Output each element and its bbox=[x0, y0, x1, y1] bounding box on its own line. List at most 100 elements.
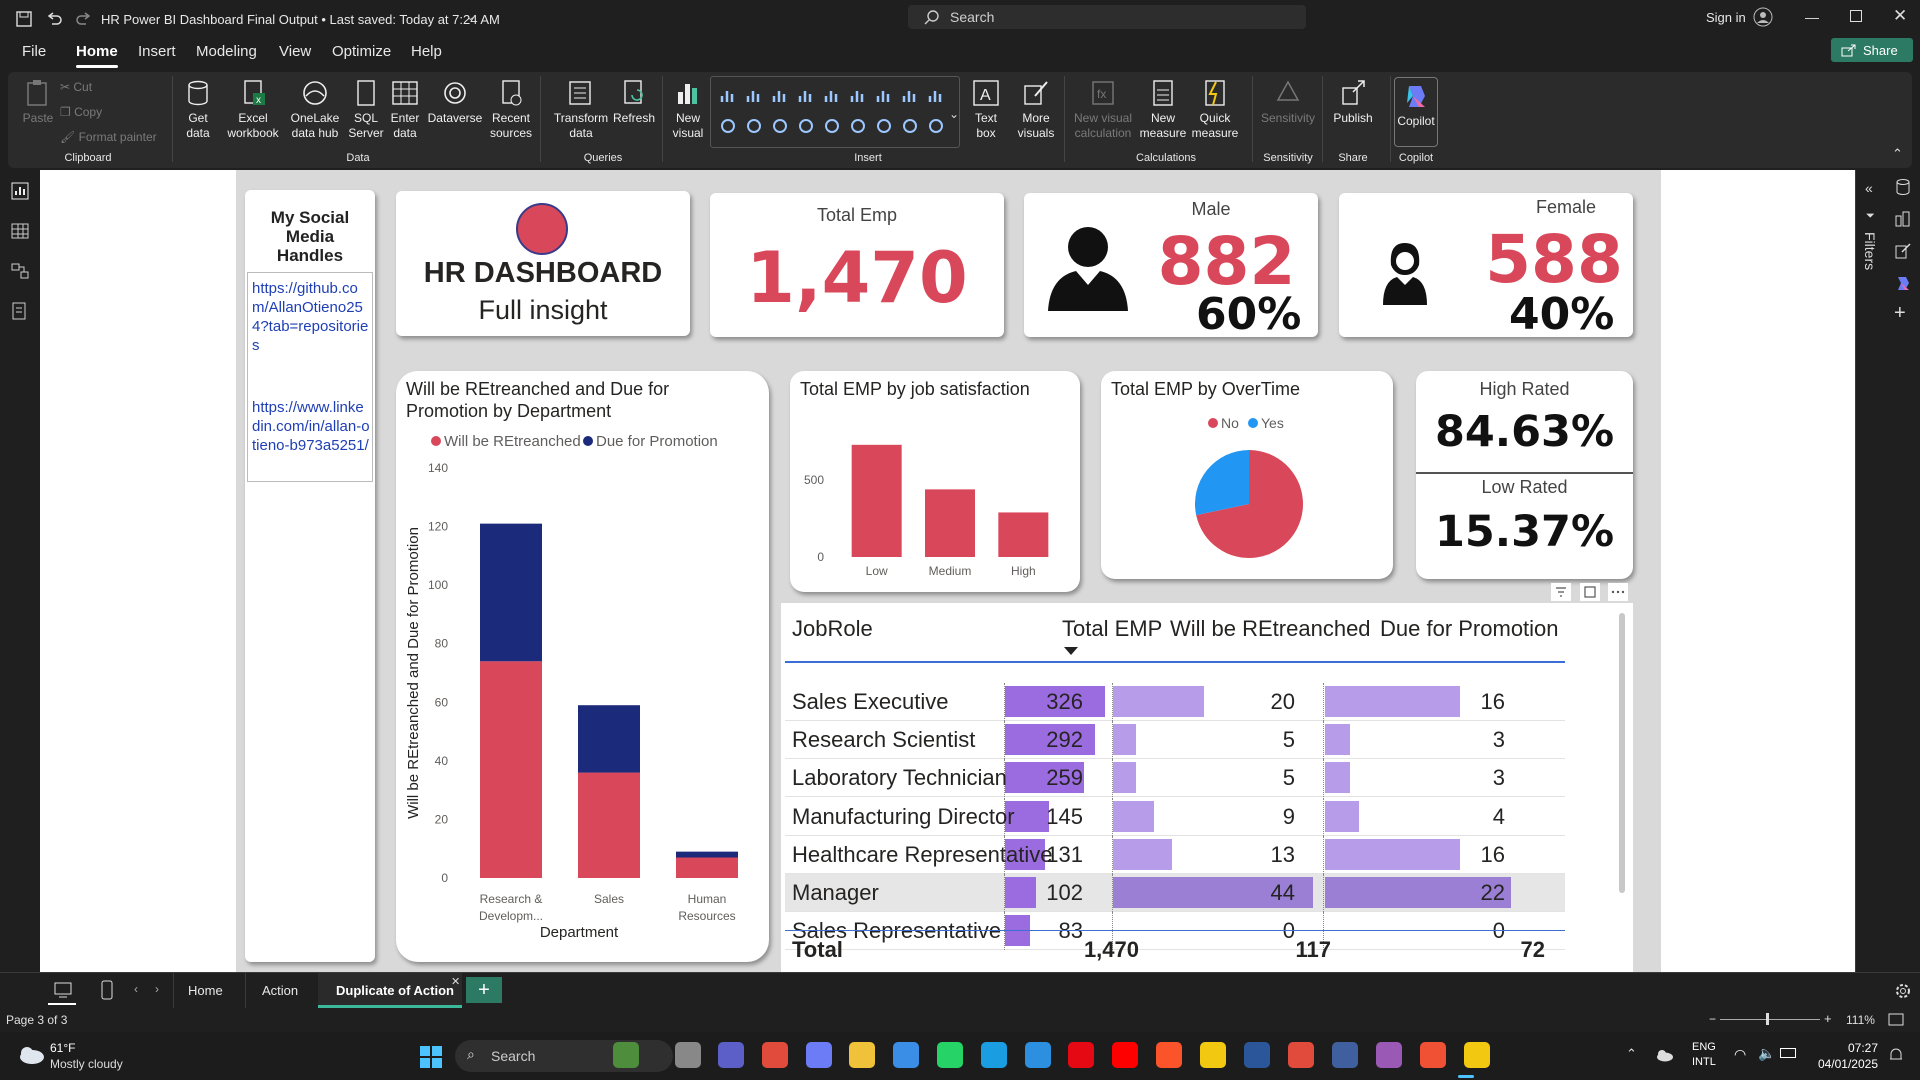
whatsapp-icon[interactable] bbox=[937, 1042, 963, 1068]
dax-query-icon[interactable] bbox=[11, 302, 29, 320]
bar-0[interactable] bbox=[851, 444, 902, 557]
snipping-tool-icon[interactable] bbox=[1376, 1042, 1402, 1068]
copilot-pane-icon[interactable] bbox=[1894, 274, 1912, 292]
table-row[interactable]: Manager 102 44 22 bbox=[785, 874, 1565, 912]
bar-1-2[interactable] bbox=[676, 851, 738, 858]
jobrole-table[interactable]: JobRole Total EMP Will be REtreanched Du… bbox=[781, 603, 1633, 972]
stacked-bar-100-icon[interactable] bbox=[771, 87, 789, 105]
taskbar-search[interactable]: ⌕ Search bbox=[455, 1040, 673, 1072]
document-title[interactable]: HR Power BI Dashboard Final Output • Las… bbox=[101, 12, 500, 27]
card-icon[interactable] bbox=[849, 117, 867, 135]
keyboard-layout[interactable]: INTL bbox=[1692, 1056, 1716, 1068]
legend-label-1[interactable]: Due for Promotion bbox=[596, 433, 718, 450]
meet-icon[interactable] bbox=[718, 1042, 744, 1068]
gauge-icon[interactable] bbox=[823, 117, 841, 135]
bar-1-0[interactable] bbox=[480, 523, 542, 662]
git-icon[interactable] bbox=[1420, 1042, 1446, 1068]
network-tool-icon[interactable] bbox=[1332, 1042, 1358, 1068]
data-pane-icon[interactable] bbox=[1894, 178, 1912, 196]
new-visual-button[interactable]: New visual bbox=[668, 78, 708, 141]
clustered-column-icon[interactable] bbox=[823, 87, 841, 105]
bar-0-2[interactable] bbox=[676, 857, 738, 879]
tab-help[interactable]: Help bbox=[411, 43, 442, 60]
treemap-icon[interactable] bbox=[771, 117, 789, 135]
table-row[interactable]: Research Scientist 292 5 3 bbox=[785, 721, 1565, 760]
page-tab-home[interactable]: Home bbox=[188, 983, 223, 998]
notification-bell-icon[interactable] bbox=[1888, 1046, 1904, 1064]
col-header-due-for-promotion[interactable]: Due for Promotion bbox=[1380, 616, 1559, 642]
onedrive-icon[interactable] bbox=[1654, 1048, 1674, 1062]
linkedin-link[interactable]: https://www.linkedin.com/in/allan-otieno… bbox=[252, 398, 370, 455]
bar-2[interactable] bbox=[998, 512, 1049, 557]
visualizations-pane-icon[interactable] bbox=[1894, 210, 1912, 228]
chrome-icon[interactable] bbox=[762, 1042, 788, 1068]
bar-0-1[interactable] bbox=[578, 772, 640, 878]
visuals-gallery[interactable]: ⌄ bbox=[710, 76, 960, 148]
powerbi-active-icon[interactable] bbox=[1464, 1042, 1490, 1068]
zoom-level[interactable]: 111% bbox=[1846, 1013, 1875, 1027]
youtube-icon[interactable] bbox=[1112, 1042, 1138, 1068]
retrenched-promotion-chart-card[interactable]: Will be REtreanched and Due for Promotio… bbox=[396, 371, 769, 962]
legend-label-0[interactable]: Will be REtreanched bbox=[444, 433, 581, 450]
legend-label-0[interactable]: No bbox=[1221, 415, 1239, 431]
table-visual-icon[interactable] bbox=[901, 117, 919, 135]
job-satisfaction-chart-card[interactable]: Total EMP by job satisfaction 0 500 Low Med… bbox=[790, 371, 1080, 592]
search-input[interactable]: Search bbox=[908, 5, 1306, 29]
prev-page-icon[interactable]: ‹ bbox=[134, 982, 138, 996]
windows-start-icon[interactable] bbox=[419, 1045, 443, 1069]
model-view-icon[interactable] bbox=[11, 262, 29, 280]
table-scrollbar[interactable] bbox=[1619, 613, 1625, 893]
copilot-icon[interactable] bbox=[806, 1042, 832, 1068]
battery-icon[interactable] bbox=[1780, 1048, 1796, 1058]
collapse-ribbon-icon[interactable]: ⌃ bbox=[1892, 146, 1903, 162]
quick-measure-button[interactable]: Quick measure bbox=[1190, 78, 1240, 141]
undo-icon[interactable] bbox=[44, 9, 64, 29]
expand-filters-icon[interactable]: « bbox=[1865, 180, 1873, 196]
active-page-tab[interactable]: Duplicate of Action ✕ bbox=[318, 973, 462, 1008]
pie-slice-1[interactable] bbox=[1195, 450, 1249, 516]
wifi-icon[interactable]: ◠ bbox=[1734, 1046, 1746, 1063]
share-button[interactable]: Share bbox=[1831, 38, 1913, 62]
paste-button[interactable]: Paste bbox=[18, 78, 58, 126]
page-tab-action[interactable]: Action bbox=[262, 983, 298, 998]
multirow-card-icon[interactable] bbox=[875, 117, 893, 135]
file-explorer-icon[interactable] bbox=[849, 1042, 875, 1068]
report-view-icon[interactable] bbox=[11, 182, 29, 200]
stacked-column-100-icon[interactable] bbox=[849, 87, 867, 105]
desktop-layout-icon[interactable] bbox=[54, 981, 72, 999]
new-measure-button[interactable]: New measure bbox=[1138, 78, 1188, 141]
matrix-visual-icon[interactable] bbox=[927, 117, 945, 135]
sign-in-link[interactable]: Sign in bbox=[1706, 10, 1746, 25]
table-row[interactable]: Laboratory Technician 259 5 3 bbox=[785, 759, 1565, 798]
language-indicator[interactable]: ENG bbox=[1692, 1041, 1716, 1053]
powerbi-app-icon[interactable] bbox=[1200, 1042, 1226, 1068]
filter-icon[interactable] bbox=[1551, 583, 1571, 601]
zoom-out-button[interactable]: − bbox=[1709, 1012, 1716, 1026]
clock-time[interactable]: 07:27 bbox=[1814, 1041, 1878, 1055]
legend-label-1[interactable]: Yes bbox=[1261, 415, 1284, 431]
col-header-will-be-retrenched[interactable]: Will be REtreanched bbox=[1170, 616, 1371, 642]
new-visual-calculation-button[interactable]: fx New visual calculation bbox=[1070, 78, 1136, 141]
more-options-icon[interactable] bbox=[1608, 583, 1628, 601]
gallery-expand-icon[interactable]: ⌄ bbox=[949, 107, 959, 121]
widgets-icon[interactable] bbox=[613, 1042, 639, 1068]
tray-overflow-icon[interactable]: ⌃ bbox=[1626, 1046, 1637, 1062]
text-box-button[interactable]: A Text box bbox=[968, 78, 1004, 141]
weather-temp[interactable]: 61°F bbox=[50, 1041, 75, 1055]
word-icon[interactable] bbox=[1244, 1042, 1270, 1068]
tab-modeling[interactable]: Modeling bbox=[196, 43, 257, 60]
sql-server-button[interactable]: SQL Server bbox=[348, 78, 384, 141]
edge-icon[interactable] bbox=[981, 1042, 1007, 1068]
brave-icon[interactable] bbox=[1156, 1042, 1182, 1068]
donut-chart-icon[interactable] bbox=[745, 117, 763, 135]
volume-icon[interactable]: 🔈 bbox=[1758, 1045, 1775, 1062]
mobile-layout-icon[interactable] bbox=[100, 980, 114, 1000]
redo-icon[interactable] bbox=[74, 9, 94, 29]
get-data-button[interactable]: Get data bbox=[178, 78, 218, 141]
pie-chart-icon[interactable] bbox=[719, 117, 737, 135]
format-painter-button[interactable]: 🖌 Format painter bbox=[60, 130, 157, 144]
transform-data-button[interactable]: Transform data bbox=[548, 78, 614, 141]
overtime-chart-card[interactable]: Total EMP by OverTime No Yes bbox=[1101, 371, 1393, 579]
copy-button[interactable]: ❐ Copy bbox=[60, 105, 102, 119]
vscode-icon[interactable] bbox=[1025, 1042, 1051, 1068]
